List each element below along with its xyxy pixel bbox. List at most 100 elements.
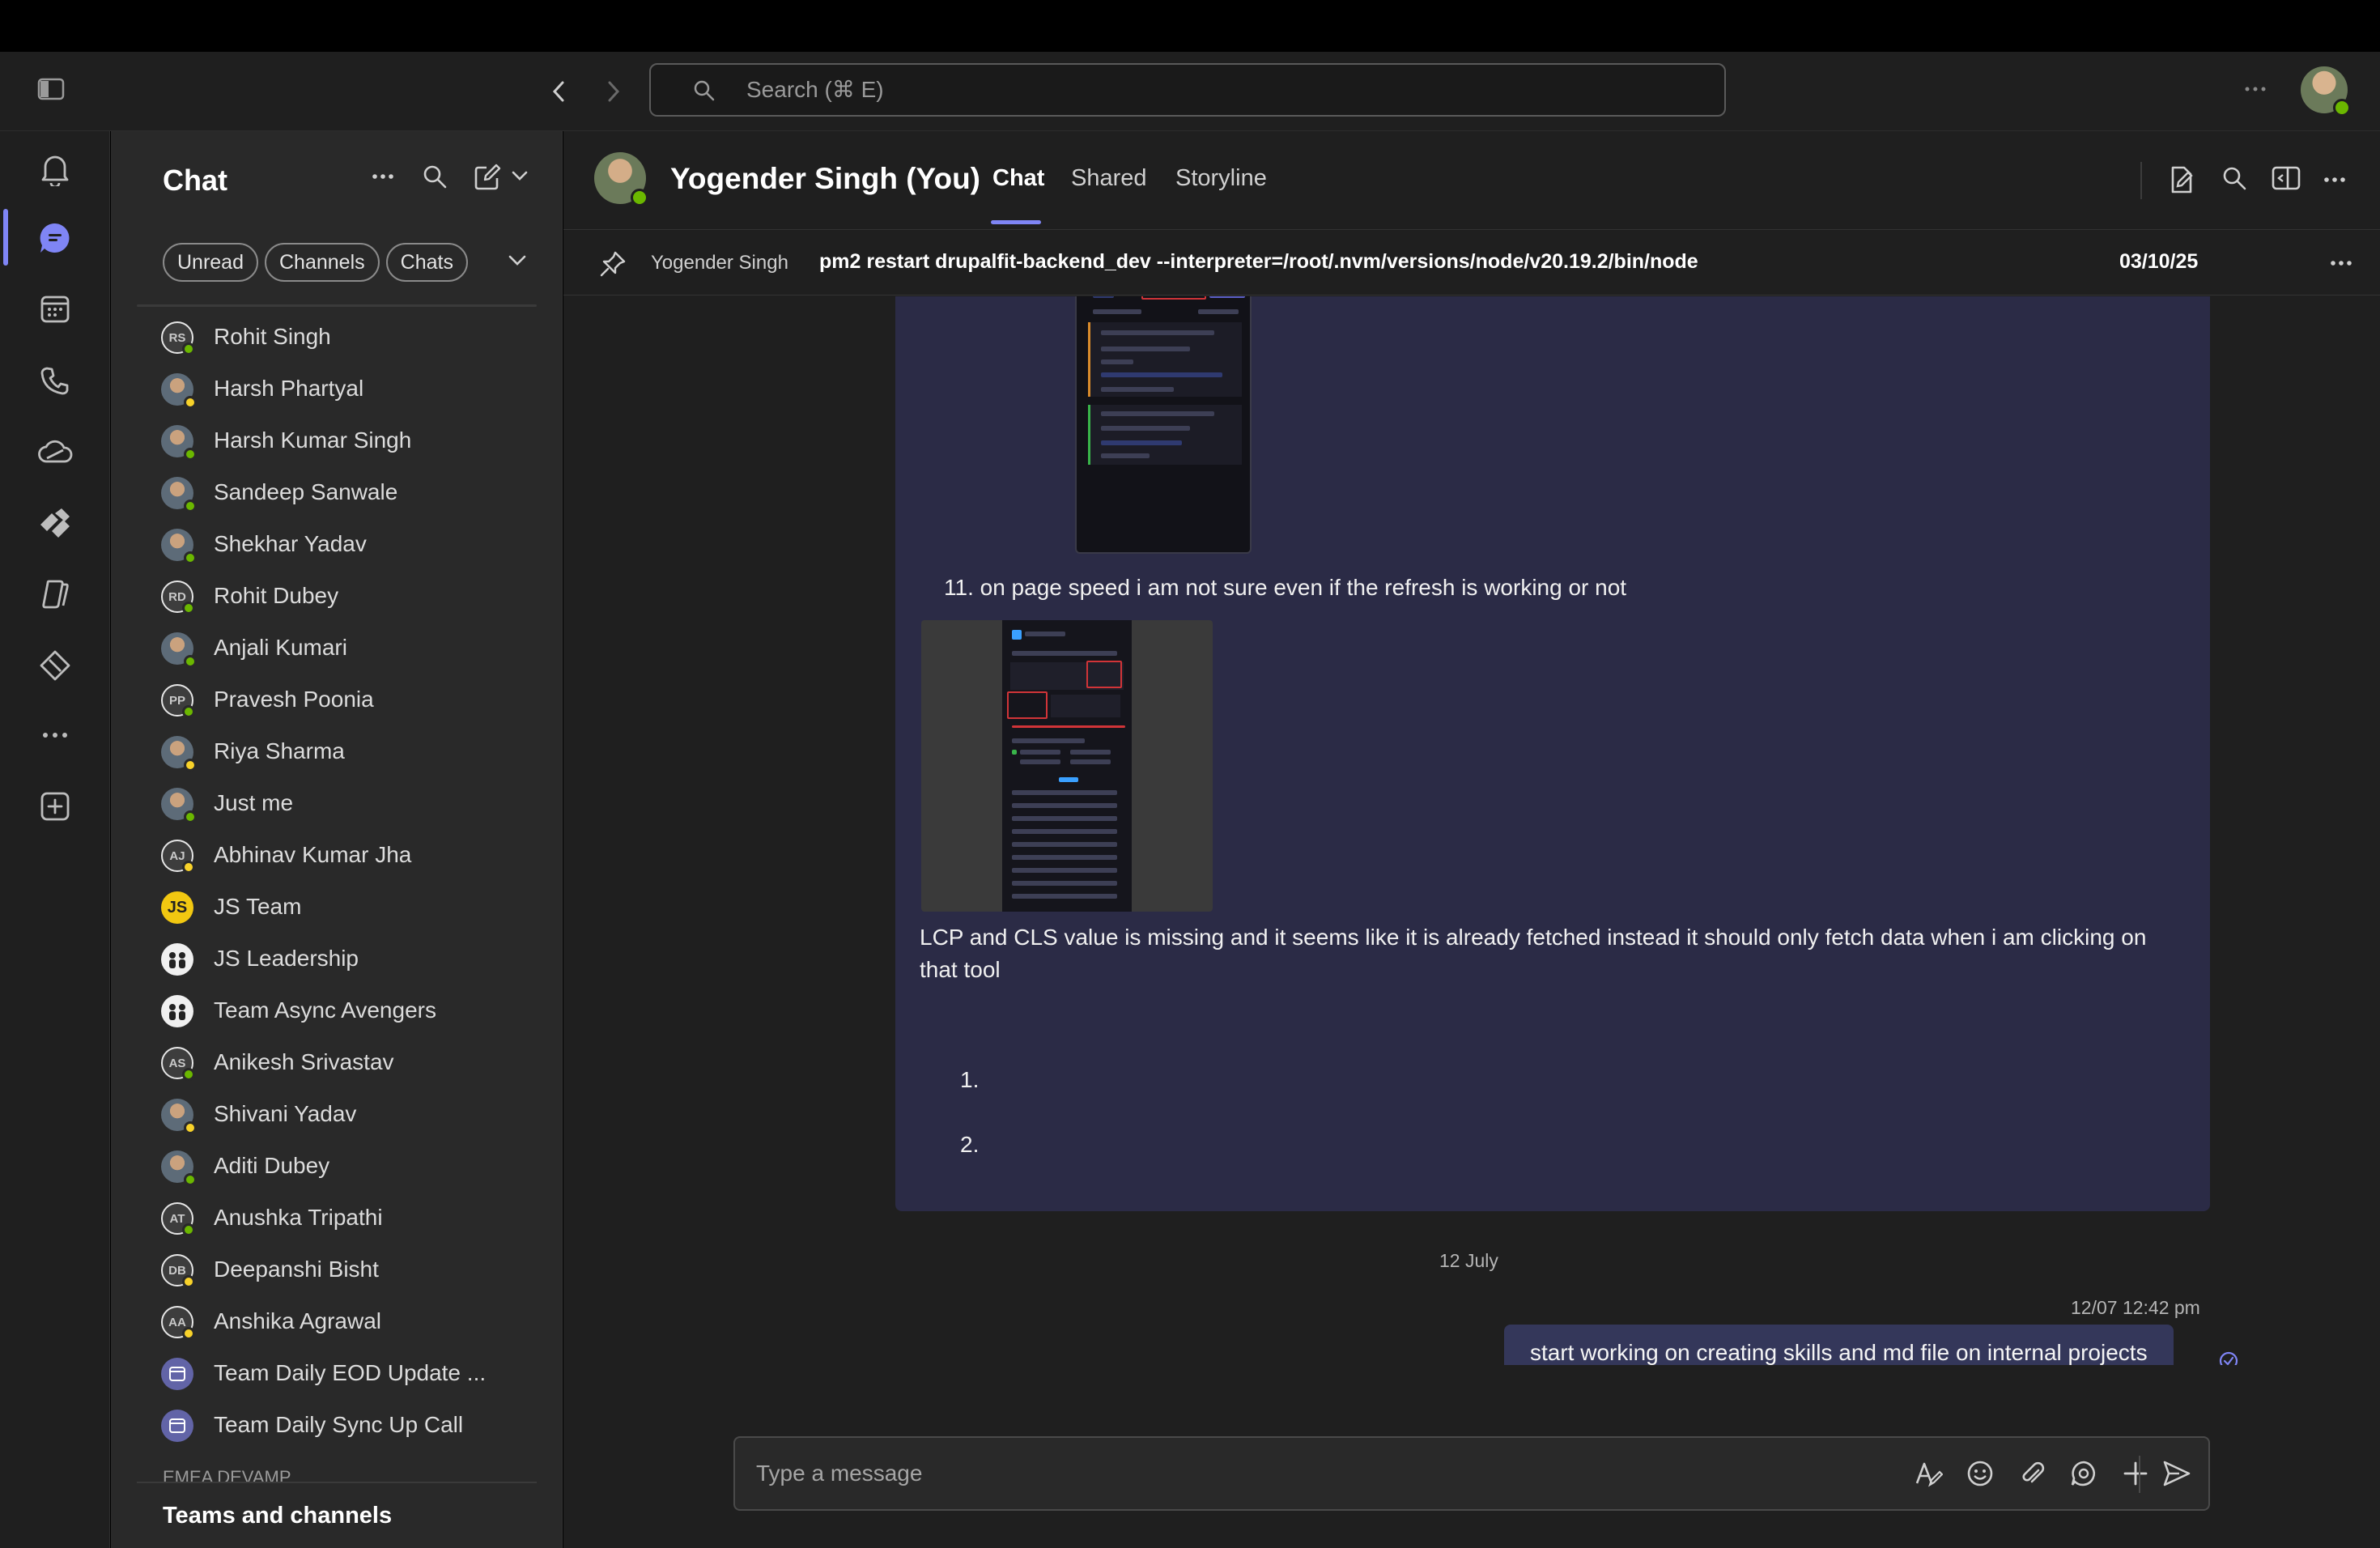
chat-list-item[interactable]: AJ Abhinav Kumar Jha (111, 829, 563, 881)
tab-shared[interactable]: Shared (1071, 165, 1147, 192)
presence-away-icon (182, 1327, 195, 1340)
chat-list-item[interactable]: Team Daily Sync Up Call (111, 1399, 563, 1451)
pinned-message-bar[interactable]: Yogender Singh pm2 restart drupalfit-bac… (563, 231, 2380, 296)
rail-active-indicator (3, 209, 8, 266)
sent-message-bubble[interactable]: start working on creating skills and md … (1504, 1325, 2174, 1365)
avatar-initials: AS (168, 1056, 186, 1070)
tab-chat[interactable]: Chat (992, 165, 1044, 192)
search-input[interactable] (746, 65, 1677, 115)
kudos-app-icon[interactable] (32, 500, 78, 546)
chat-list-item[interactable]: AT Anushka Tripathi (111, 1192, 563, 1244)
back-arrow-icon[interactable] (549, 79, 568, 104)
emoji-icon[interactable] (1966, 1459, 1995, 1488)
apps-puzzle-icon[interactable] (32, 643, 78, 688)
chat-list-item[interactable]: Harsh Phartyal (111, 363, 563, 415)
avatar-initials: RS (168, 330, 186, 345)
chat-list-item[interactable]: Team Daily EOD Update ... (111, 1347, 563, 1399)
presence-available-icon (182, 705, 195, 718)
copilot-icon[interactable] (32, 572, 78, 617)
more-options-icon[interactable] (370, 168, 396, 185)
chat-list-item[interactable]: Riya Sharma (111, 725, 563, 777)
chat-list-item[interactable]: Shekhar Yadav (111, 518, 563, 570)
avatar-initials: AT (169, 1211, 185, 1226)
pagespeed-screenshot (1002, 620, 1132, 912)
more-options-icon[interactable] (2322, 172, 2348, 188)
activity-bell-icon[interactable] (32, 146, 78, 191)
search-icon[interactable] (2221, 165, 2247, 191)
chat-list-item[interactable]: RS Rohit Singh (111, 311, 563, 363)
presence-away-icon (184, 759, 197, 772)
chat-list-item[interactable]: Shivani Yadav (111, 1088, 563, 1140)
add-app-icon[interactable] (32, 784, 78, 829)
presence-away-icon (182, 1275, 195, 1288)
plus-icon[interactable] (2121, 1459, 2150, 1488)
chat-list-item-name: Anikesh Srivastav (214, 1049, 394, 1074)
more-options-icon[interactable] (2242, 76, 2268, 102)
chat-list-item[interactable]: DB Deepanshi Bisht (111, 1244, 563, 1295)
chat-list-item[interactable]: JS JS Team (111, 881, 563, 933)
calendar-icon[interactable] (32, 287, 78, 332)
chevron-down-icon[interactable] (511, 170, 529, 181)
chat-list-item[interactable]: PP Pravesh Poonia (111, 674, 563, 725)
chat-list-item-name: Riya Sharma (214, 738, 345, 763)
avatar (161, 373, 197, 409)
screenshot-image[interactable] (921, 620, 1213, 912)
chat-list-item[interactable]: RD Rohit Dubey (111, 570, 563, 622)
pop-out-icon[interactable] (2272, 165, 2301, 191)
search-icon[interactable] (422, 164, 448, 189)
new-chat-compose-icon[interactable] (474, 164, 501, 191)
profile-avatar[interactable] (2301, 66, 2351, 117)
screenshot-image[interactable] (1075, 296, 1252, 554)
team-meeting-icon (161, 1410, 193, 1442)
presence-available-icon (184, 655, 197, 668)
chevron-down-icon[interactable] (508, 254, 527, 267)
filter-unread[interactable]: Unread (163, 243, 258, 282)
loop-component-icon[interactable] (2069, 1459, 2098, 1488)
send-icon[interactable] (2161, 1459, 2192, 1488)
chat-list-item[interactable]: Just me (111, 777, 563, 829)
chat-list-panel: Chat Unread Channels Chats RS Rohit Singh… (111, 131, 563, 1548)
chat-list-item[interactable]: Aditi Dubey (111, 1140, 563, 1192)
format-text-icon[interactable] (1914, 1459, 1943, 1488)
chat-list-item[interactable]: Sandeep Sanwale (111, 466, 563, 518)
presence-available-icon (184, 1173, 197, 1186)
section-header-partial[interactable]: EMEA DEVAMP (163, 1467, 406, 1482)
chat-list-item-name: Team Async Avengers (214, 997, 436, 1023)
team-meeting-icon (161, 1358, 193, 1390)
chat-list-item-name: Just me (214, 790, 294, 815)
avatar: DB (161, 1254, 195, 1288)
avatar (161, 529, 197, 564)
notes-edit-icon[interactable] (2168, 165, 2195, 194)
filter-chats[interactable]: Chats (385, 243, 468, 282)
teams-and-channels-header[interactable]: Teams and channels (163, 1503, 392, 1529)
message-bubble[interactable]: 11. on page speed i am not sure even if … (895, 296, 2210, 1211)
chat-list-item[interactable]: AS Anikesh Srivastav (111, 1036, 563, 1088)
avatar[interactable] (594, 152, 648, 206)
chat-list-item[interactable]: JS Leadership (111, 933, 563, 985)
attach-paperclip-icon[interactable] (2017, 1459, 2046, 1488)
forward-arrow-icon[interactable] (604, 79, 623, 104)
avatar (161, 736, 197, 772)
chat-list-item[interactable]: AA Anshika Agrawal (111, 1295, 563, 1347)
message-input[interactable] (756, 1438, 1873, 1509)
chat-list-item-name: Anshika Agrawal (214, 1308, 382, 1333)
header-divider (2140, 162, 2142, 199)
filter-channels[interactable]: Channels (265, 243, 380, 282)
conversation-pane: Yogender Singh (You) Chat Shared Storyli… (563, 131, 2380, 1548)
more-options-icon[interactable] (2328, 255, 2354, 271)
message-composer[interactable] (733, 1436, 2210, 1511)
avatar: RS (161, 321, 195, 355)
message-feed[interactable]: 11. on page speed i am not sure even if … (563, 296, 2380, 1365)
chat-list-item[interactable]: Team Async Avengers (111, 985, 563, 1036)
cloud-icon[interactable] (32, 429, 78, 474)
chat-list-item[interactable]: Anjali Kumari (111, 622, 563, 674)
more-apps-icon[interactable] (32, 712, 78, 758)
phone-icon[interactable] (32, 358, 78, 403)
tab-storyline[interactable]: Storyline (1175, 165, 1267, 192)
chat-list-item[interactable]: Harsh Kumar Singh (111, 415, 563, 466)
chat-bubble-icon[interactable] (32, 215, 78, 261)
chat-list-item-name: Shivani Yadav (214, 1101, 357, 1126)
presence-away-icon (184, 1121, 197, 1134)
global-search[interactable] (649, 63, 1726, 117)
sidebar-toggle-icon[interactable] (37, 78, 65, 100)
